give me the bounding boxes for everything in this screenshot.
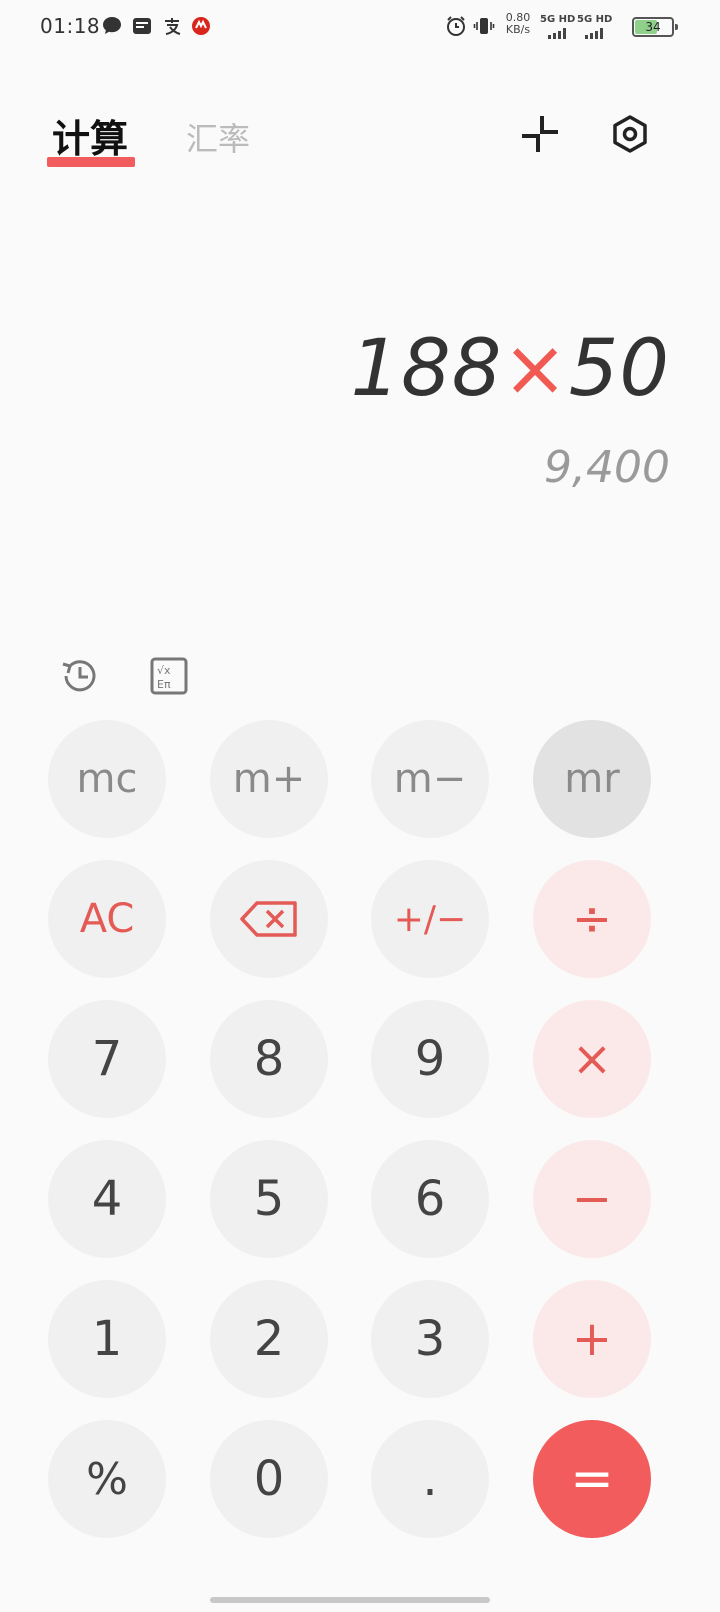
digit-8-button[interactable]: 8 xyxy=(210,1000,328,1118)
active-tab-indicator xyxy=(47,157,135,167)
sign-toggle-button[interactable]: +/− xyxy=(371,860,489,978)
history-icon[interactable] xyxy=(58,654,102,698)
vibrate-icon xyxy=(472,14,496,38)
net-speed-unit: KB/s xyxy=(505,23,531,36)
battery-indicator: 34 xyxy=(632,17,678,37)
memory-clear-button[interactable]: mc xyxy=(48,720,166,838)
bank-icon xyxy=(189,14,213,38)
digit-3-button[interactable]: 3 xyxy=(371,1280,489,1398)
memory-add-button[interactable]: m+ xyxy=(210,720,328,838)
settings-icon[interactable] xyxy=(608,112,652,156)
divide-button[interactable]: ÷ xyxy=(533,860,651,978)
percent-button[interactable]: % xyxy=(48,1420,166,1538)
collapse-icon[interactable] xyxy=(518,112,562,156)
memory-subtract-button[interactable]: m− xyxy=(371,720,489,838)
digit-1-button[interactable]: 1 xyxy=(48,1280,166,1398)
operand-2: 50 xyxy=(568,324,670,414)
alarm-icon xyxy=(444,14,468,38)
signal-icon xyxy=(548,28,566,39)
backspace-icon xyxy=(240,901,297,937)
sim1-label: 5G HD xyxy=(540,14,576,25)
status-time: 01:18 xyxy=(40,14,101,38)
battery-level: 34 xyxy=(645,20,661,34)
scientific-icon[interactable]: √x Eπ xyxy=(147,654,191,698)
sim2-label: 5G HD xyxy=(577,14,613,25)
digit-6-button[interactable]: 6 xyxy=(371,1140,489,1258)
operand-1: 188 xyxy=(350,324,503,414)
memory-recall-button[interactable]: mr xyxy=(533,720,651,838)
subtract-button[interactable]: − xyxy=(533,1140,651,1258)
multiply-button[interactable]: × xyxy=(533,1000,651,1118)
backspace-button[interactable] xyxy=(210,860,328,978)
digit-2-button[interactable]: 2 xyxy=(210,1280,328,1398)
digit-4-button[interactable]: 4 xyxy=(48,1140,166,1258)
all-clear-button[interactable]: AC xyxy=(48,860,166,978)
operator-symbol: × xyxy=(502,324,569,414)
tab-calculator[interactable]: 计算 xyxy=(52,108,128,163)
chat-icon xyxy=(100,14,124,38)
home-indicator[interactable] xyxy=(210,1597,490,1603)
digit-0-button[interactable]: 0 xyxy=(210,1420,328,1538)
equals-button[interactable]: = xyxy=(533,1420,651,1538)
tab-exchange-rate[interactable]: 汇率 xyxy=(186,114,250,160)
expression-display: 188×50 xyxy=(350,324,670,414)
digit-9-button[interactable]: 9 xyxy=(371,1000,489,1118)
svg-text:Eπ: Eπ xyxy=(157,678,171,691)
signal-icon xyxy=(585,28,603,39)
add-button[interactable]: + xyxy=(533,1280,651,1398)
result-display: 9,400 xyxy=(544,442,670,493)
status-bar: 01:18 0.80 KB/s 5G HD 5G HD 34 xyxy=(0,0,720,56)
alipay-icon xyxy=(160,14,184,38)
decimal-point-button[interactable]: . xyxy=(371,1420,489,1538)
digit-7-button[interactable]: 7 xyxy=(48,1000,166,1118)
digit-5-button[interactable]: 5 xyxy=(210,1140,328,1258)
wallet-icon xyxy=(130,14,154,38)
svg-text:√x: √x xyxy=(157,664,171,677)
